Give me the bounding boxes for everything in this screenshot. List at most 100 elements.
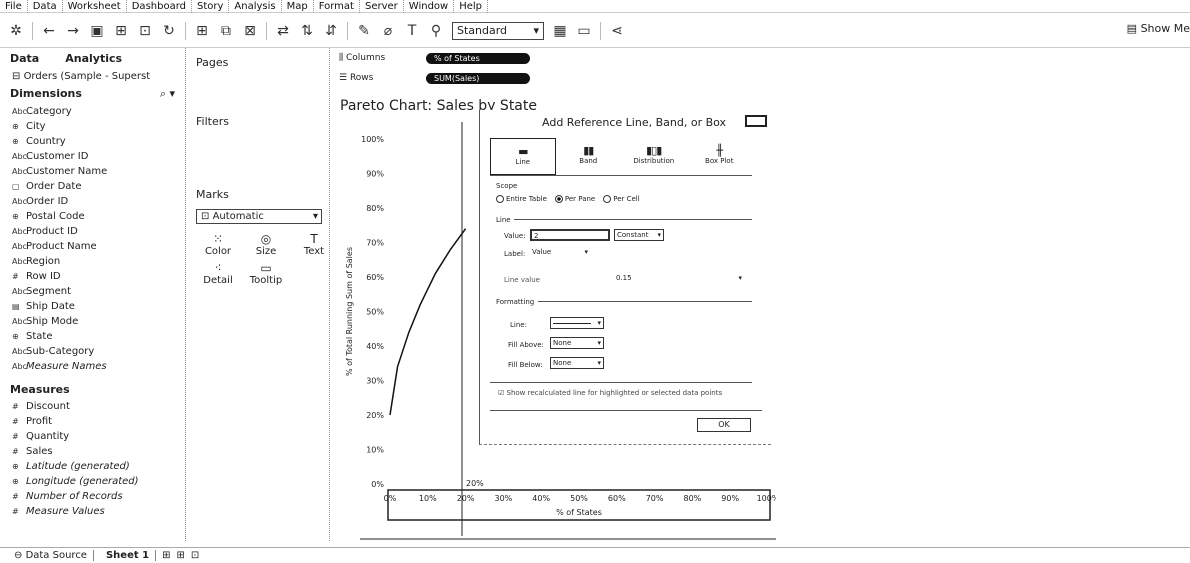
- duplicate-sheet-icon[interactable]: ⧉: [218, 23, 234, 39]
- clear-sheet-icon[interactable]: ⊠: [242, 23, 258, 39]
- scope-option-per-pane[interactable]: Per Pane: [554, 195, 595, 203]
- field-item[interactable]: # Measure Values: [0, 504, 185, 519]
- label-select[interactable]: Value: [530, 247, 590, 259]
- menu-map[interactable]: Map: [282, 0, 314, 13]
- radio-button[interactable]: [554, 195, 563, 203]
- sort-ascending-icon[interactable]: ⇅: [299, 23, 315, 39]
- pause-updates-icon[interactable]: ⊡: [137, 23, 153, 39]
- field-item[interactable]: Abc Segment: [0, 284, 185, 299]
- data-source-item[interactable]: ⊟ Orders (Sample - Superst: [0, 69, 185, 84]
- radio-button[interactable]: [603, 195, 612, 203]
- field-item[interactable]: ⊕ Country: [0, 134, 185, 149]
- field-item[interactable]: Abc Measure Names: [0, 359, 185, 374]
- menu-format[interactable]: Format: [314, 0, 360, 13]
- marks-card-tooltip[interactable]: ▭ Tooltip: [244, 261, 288, 286]
- rows-shelf[interactable]: ☰ Rows SUM(Sales): [336, 68, 1190, 88]
- show-me-button[interactable]: ▤ Show Me: [1127, 22, 1190, 35]
- reference-type-box-plot[interactable]: ╫ Box Plot: [687, 138, 752, 175]
- field-item[interactable]: # Discount: [0, 399, 185, 414]
- rows-pill[interactable]: SUM(Sales): [426, 72, 530, 84]
- presentation-icon[interactable]: ▭: [576, 23, 592, 39]
- field-item[interactable]: # Profit: [0, 414, 185, 429]
- refresh-icon[interactable]: ↻: [161, 23, 177, 39]
- dialog-close-button[interactable]: [745, 115, 767, 127]
- new-story-tab-icon[interactable]: ⊡: [191, 550, 199, 561]
- field-item[interactable]: ⊕ City: [0, 119, 185, 134]
- tab-analytics[interactable]: Analytics: [65, 52, 122, 65]
- highlight-icon[interactable]: ✎: [356, 23, 372, 39]
- field-item[interactable]: # Sales: [0, 444, 185, 459]
- menu-file[interactable]: File: [0, 0, 28, 13]
- field-item[interactable]: Abc Product Name: [0, 239, 185, 254]
- reference-type-distribution[interactable]: ▮▯▮ Distribution: [621, 138, 686, 175]
- new-worksheet-icon[interactable]: ⊞: [194, 23, 210, 39]
- menu-window[interactable]: Window: [404, 0, 455, 13]
- pin-icon[interactable]: ⚲: [428, 23, 444, 39]
- marks-card-text[interactable]: T Text: [292, 232, 336, 257]
- value-aggregation-select[interactable]: Constant: [614, 229, 664, 241]
- new-worksheet-tab-icon[interactable]: ⊞: [162, 550, 170, 561]
- group-icon[interactable]: ⌀: [380, 23, 396, 39]
- new-dashboard-tab-icon[interactable]: ⊞: [176, 550, 184, 561]
- value-input[interactable]: 2: [530, 229, 610, 241]
- fill-below-select[interactable]: None: [550, 357, 604, 369]
- field-item[interactable]: # Quantity: [0, 429, 185, 444]
- redo-icon[interactable]: →: [65, 23, 81, 39]
- menu-server[interactable]: Server: [360, 0, 404, 13]
- line-value-format-select[interactable]: 0.15: [614, 273, 744, 285]
- save-icon[interactable]: ▣: [89, 23, 105, 39]
- field-item[interactable]: ⊕ Postal Code: [0, 209, 185, 224]
- menu-data[interactable]: Data: [28, 0, 63, 13]
- swap-rows-columns-icon[interactable]: ⇄: [275, 23, 291, 39]
- new-datasource-icon[interactable]: ⊞: [113, 23, 129, 39]
- field-item[interactable]: Abc Customer Name: [0, 164, 185, 179]
- reference-type-line[interactable]: ▬ Line: [490, 138, 556, 175]
- field-item[interactable]: Abc Category: [0, 104, 185, 119]
- data-source-tab[interactable]: ⊖ Data Source: [8, 550, 94, 561]
- field-item[interactable]: Abc Region: [0, 254, 185, 269]
- cards-icon[interactable]: ▦: [552, 23, 568, 39]
- field-item[interactable]: ▢ Order Date: [0, 179, 185, 194]
- fit-select[interactable]: Standard: [452, 21, 544, 40]
- field-item[interactable]: ▤ Ship Date: [0, 299, 185, 314]
- marks-card-detail[interactable]: ⁖ Detail: [196, 261, 240, 286]
- marks-type-select[interactable]: ⊡ Automatic: [196, 209, 322, 224]
- field-item[interactable]: Abc Sub-Category: [0, 344, 185, 359]
- recalc-checkbox[interactable]: ☑ Show recalculated line for highlighted…: [498, 389, 722, 397]
- field-item[interactable]: Abc Product ID: [0, 224, 185, 239]
- menu-analysis[interactable]: Analysis: [229, 0, 282, 13]
- labels-icon[interactable]: T: [404, 23, 420, 39]
- fill-above-select[interactable]: None: [550, 337, 604, 349]
- columns-shelf[interactable]: ⫼ Columns % of States: [336, 48, 1190, 68]
- filters-shelf[interactable]: Filters: [188, 107, 329, 128]
- field-item[interactable]: # Number of Records: [0, 489, 185, 504]
- sheet-tab[interactable]: Sheet 1: [100, 550, 157, 561]
- tableau-logo-icon[interactable]: ✲: [8, 23, 24, 39]
- menu-help[interactable]: Help: [454, 0, 489, 13]
- menu-worksheet[interactable]: Worksheet: [63, 0, 127, 13]
- reference-type-band[interactable]: ▮▮ Band: [556, 138, 621, 175]
- radio-button[interactable]: [496, 195, 504, 203]
- marks-card-size[interactable]: ◎ Size: [244, 232, 288, 257]
- menu-story[interactable]: Story: [192, 0, 230, 13]
- line-format-select[interactable]: [550, 317, 604, 329]
- field-item[interactable]: ⊕ Longitude (generated): [0, 474, 185, 489]
- share-icon[interactable]: ⋖: [609, 23, 625, 39]
- menu-dashboard[interactable]: Dashboard: [127, 0, 192, 13]
- pages-shelf[interactable]: Pages: [188, 48, 329, 69]
- tab-data[interactable]: Data: [10, 52, 39, 65]
- field-item[interactable]: # Row ID: [0, 269, 185, 284]
- scope-option-per-cell[interactable]: Per Cell: [603, 195, 640, 203]
- field-item[interactable]: ⊕ State: [0, 329, 185, 344]
- scope-option-entire-table[interactable]: Entire Table: [496, 195, 547, 203]
- field-item[interactable]: ⊕ Latitude (generated): [0, 459, 185, 474]
- field-item[interactable]: Abc Customer ID: [0, 149, 185, 164]
- sort-descending-icon[interactable]: ⇵: [323, 23, 339, 39]
- search-icon[interactable]: ⌕ ▾: [160, 87, 175, 101]
- ok-button[interactable]: OK: [697, 418, 751, 432]
- marks-card-color[interactable]: ⁙ Color: [196, 232, 240, 257]
- undo-icon[interactable]: ←: [41, 23, 57, 39]
- field-item[interactable]: Abc Ship Mode: [0, 314, 185, 329]
- columns-pill[interactable]: % of States: [426, 52, 530, 64]
- field-item[interactable]: Abc Order ID: [0, 194, 185, 209]
